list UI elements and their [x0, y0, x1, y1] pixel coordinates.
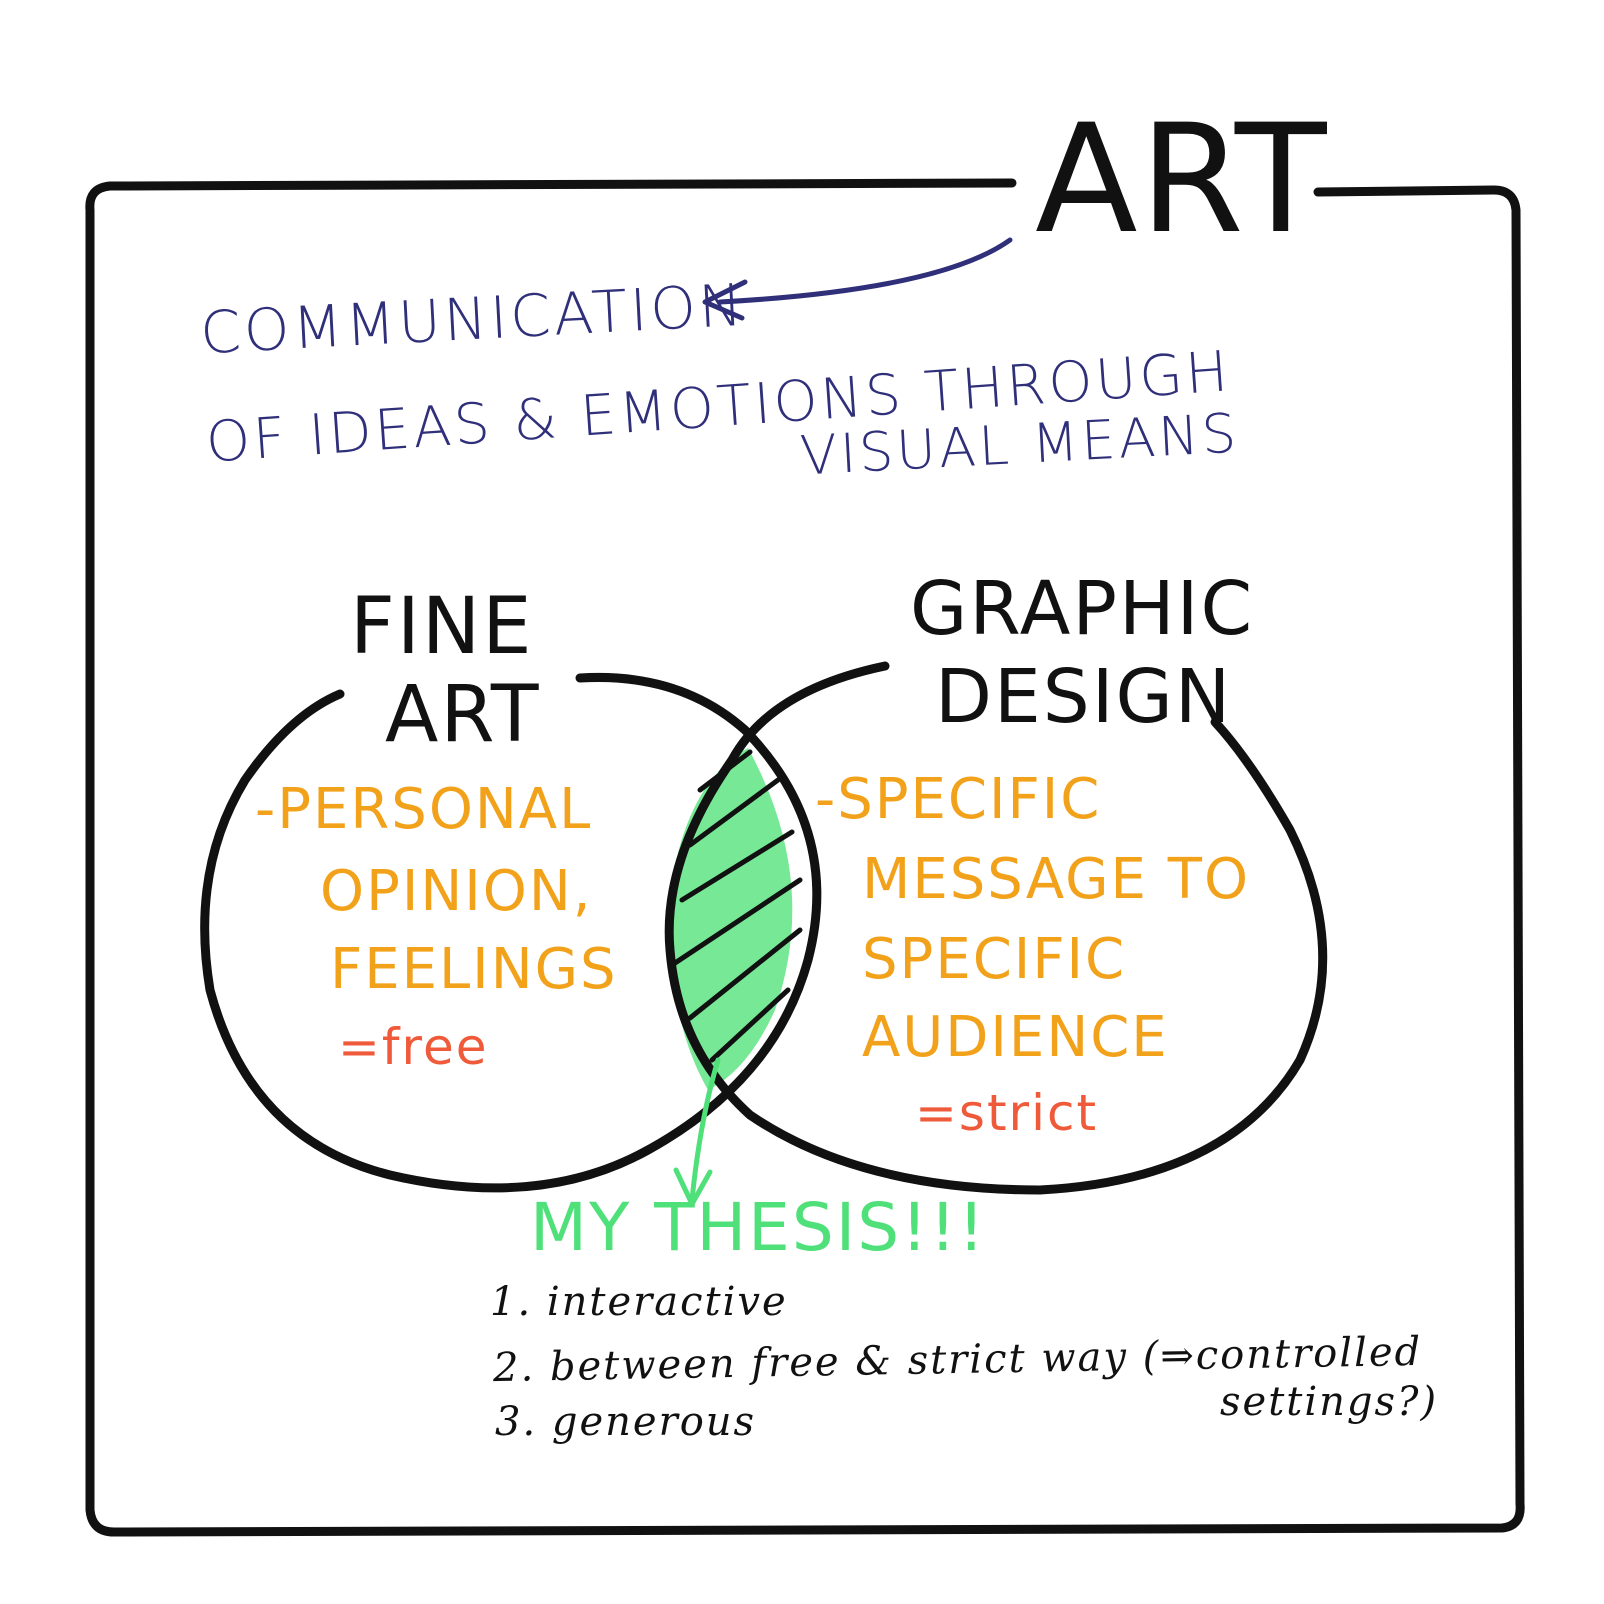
fine-art-point-3: FEELINGS	[330, 937, 618, 1002]
graphic-design-point-4: AUDIENCE	[862, 1005, 1169, 1070]
fine-art-point-2: OPINION,	[320, 859, 593, 924]
fine-art-heading-1: FINE	[350, 582, 534, 672]
graphic-design-point-1: -SPECIFIC	[815, 767, 1102, 832]
graphic-design-summary: =strict	[915, 1084, 1099, 1142]
page-title: ART	[1035, 93, 1329, 267]
thesis-note-3: settings?)	[1220, 1379, 1439, 1425]
thesis-note-4: 3. generous	[495, 1399, 757, 1445]
graphic-design-heading-1: GRAPHIC	[910, 566, 1255, 652]
thesis-note-1: 1. interactive	[490, 1279, 788, 1325]
graphic-design-point-3: SPECIFIC	[862, 927, 1127, 992]
fine-art-summary: =free	[338, 1018, 489, 1076]
fine-art-point-1: -PERSONAL	[255, 777, 593, 842]
thesis-label: MY THESIS!!!	[530, 1189, 987, 1266]
fine-art-heading-2: ART	[385, 670, 541, 760]
graphic-design-point-2: MESSAGE TO	[862, 847, 1251, 912]
definition-arrow	[717, 237, 1013, 305]
graphic-design-heading-2: DESIGN	[935, 654, 1233, 740]
